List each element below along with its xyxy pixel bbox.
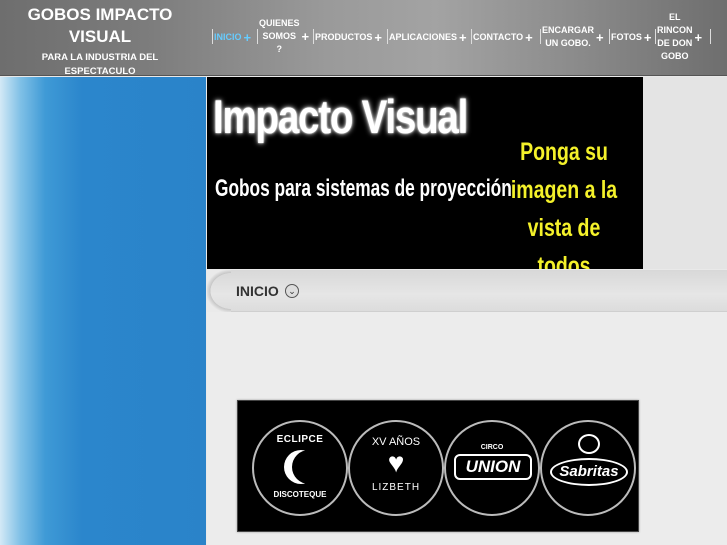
nav-item-productos[interactable]: PRODUCTOS + — [315, 30, 382, 45]
page-title: INICIO — [236, 283, 279, 299]
brand-title: GOBOS IMPACTO VISUAL — [0, 4, 200, 48]
brand-title-line2: VISUAL — [68, 27, 132, 46]
nav-label-line: ? — [276, 44, 283, 54]
banner-side-panel — [643, 77, 727, 269]
nav-label: EL RINCON DE DON GOBO — [657, 11, 693, 63]
gobo-text-bottom: DISCOTEQUE — [273, 490, 327, 499]
nav-label-line: DE DON — [657, 38, 693, 48]
gobo-text-top: ECLIPCE — [276, 434, 324, 445]
nav-separator — [257, 29, 258, 44]
nav-label: CONTACTO — [473, 32, 524, 42]
gobo-gallery: ECLIPCE DISCOTEQUE XV AÑOS ♥ LIZBETH CIR… — [237, 400, 639, 532]
banner-subtitle: Gobos para sistemas de proyección — [215, 175, 512, 202]
nav-separator — [655, 29, 656, 44]
nav-label: ENCARGAR UN GOBO. — [542, 24, 594, 50]
moon-icon — [284, 450, 318, 484]
gobo-eclipce[interactable]: ECLIPCE DISCOTEQUE — [252, 420, 348, 516]
nav-label: PRODUCTOS — [315, 32, 373, 42]
gobo-circo-union[interactable]: CIRCO UNION — [444, 420, 540, 516]
main-content: INICIO ⌄ ECLIPCE DISCOTEQUE XV AÑOS ♥ LI… — [207, 270, 727, 545]
gobo-text-main: UNION — [454, 454, 532, 480]
nav-item-quienes-somos[interactable]: QUIENES SOMOS ? + — [259, 17, 309, 56]
nav-separator — [212, 29, 213, 44]
banner-slogan: Ponga su imagen a la vista de todos — [502, 133, 627, 269]
heart-icon: ♥ — [387, 447, 405, 478]
brand-subtitle-line1: PARA LA INDUSTRIA DEL — [41, 52, 159, 63]
nav-item-aplicaciones[interactable]: APLICACIONES + — [389, 30, 467, 45]
nav-item-rincon-don-gobo[interactable]: EL RINCON DE DON GOBO + — [657, 11, 702, 63]
plus-icon: + — [596, 29, 604, 45]
nav-separator — [387, 29, 388, 44]
gobo-text-bottom: LIZBETH — [371, 482, 421, 493]
banner-slogan-line2: vista de todos — [527, 214, 601, 269]
gobo-text-top: CIRCO — [480, 444, 504, 451]
gobo-text-main: Sabritas — [550, 458, 628, 486]
gobo-sabritas[interactable]: Sabritas — [540, 420, 636, 516]
nav-label: APLICACIONES — [389, 32, 458, 42]
nav-label-line: SOMOS — [262, 31, 297, 41]
nav-item-encargar-gobo[interactable]: ENCARGAR UN GOBO. + — [542, 24, 604, 50]
plus-icon: + — [301, 29, 310, 44]
nav-label-line: GOBO — [660, 51, 689, 61]
plus-icon: + — [459, 30, 467, 45]
nav-label: QUIENES SOMOS ? — [259, 17, 300, 56]
banner-title: Impacto Visual — [213, 90, 468, 143]
nav-separator — [710, 29, 711, 44]
plus-icon: + — [525, 30, 533, 45]
site-header: GOBOS IMPACTO VISUAL PARA LA INDUSTRIA D… — [0, 0, 727, 79]
nav-separator — [313, 29, 314, 44]
nav-label-line: ENCARGAR — [542, 25, 595, 35]
plus-icon: + — [643, 30, 652, 45]
page-title-bar: INICIO ⌄ — [207, 270, 727, 312]
plus-icon: + — [374, 30, 382, 45]
hero-banner: Impacto Visual Gobos para sistemas de pr… — [207, 77, 643, 269]
nav-separator — [609, 29, 610, 44]
nav-label: FOTOS — [611, 32, 642, 42]
nav-separator — [540, 29, 541, 44]
nav-label-line: UN GOBO. — [545, 38, 591, 48]
nav-label-line: RINCON — [657, 25, 693, 35]
plus-icon: + — [694, 29, 703, 45]
nav-item-fotos[interactable]: FOTOS + — [611, 30, 651, 45]
gobo-lizbeth[interactable]: XV AÑOS ♥ LIZBETH — [348, 420, 444, 516]
nav-label-line: QUIENES — [259, 18, 300, 28]
nav-item-inicio[interactable]: INICIO + — [214, 30, 251, 45]
banner-slogan-line1: Ponga su imagen a la — [510, 138, 618, 204]
left-sidebar — [0, 77, 206, 545]
brand-logo[interactable]: GOBOS IMPACTO VISUAL PARA LA INDUSTRIA D… — [0, 4, 200, 79]
chevron-down-icon[interactable]: ⌄ — [285, 284, 299, 298]
brand-title-line1: GOBOS IMPACTO — [27, 5, 173, 24]
plus-icon: + — [243, 30, 252, 45]
brand-subtitle: PARA LA INDUSTRIA DEL ESPECTACULO — [0, 51, 200, 79]
nav-label: INICIO — [214, 32, 242, 42]
nav-item-contacto[interactable]: CONTACTO + — [473, 30, 533, 45]
smiley-icon — [578, 434, 600, 454]
page: GOBOS IMPACTO VISUAL PARA LA INDUSTRIA D… — [0, 0, 727, 545]
nav-label-line: EL — [668, 12, 681, 22]
nav-separator — [471, 29, 472, 44]
